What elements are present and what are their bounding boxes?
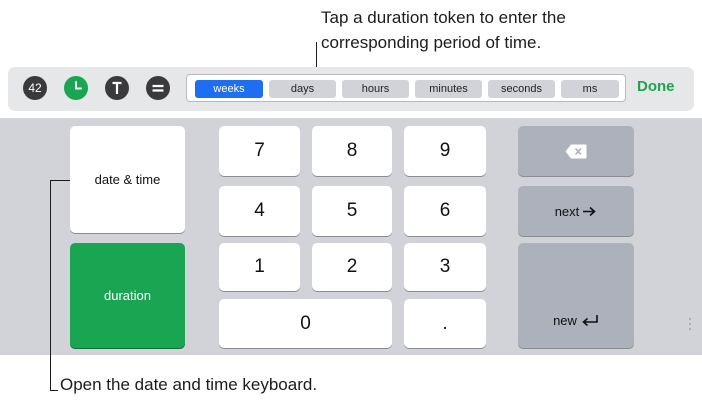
- new-row-key[interactable]: new: [518, 243, 634, 348]
- date-callout-line-vertical: [50, 180, 51, 391]
- duration-keyboard: date & time duration 7 8 9 4 5 6 1 2 3 0…: [0, 118, 702, 355]
- digit-9-key[interactable]: 9: [404, 126, 486, 176]
- next-label: next: [554, 203, 580, 219]
- delete-key[interactable]: [518, 126, 634, 176]
- duration-label: duration: [104, 288, 151, 303]
- token-days[interactable]: days: [269, 80, 336, 98]
- token-seconds[interactable]: seconds: [488, 80, 555, 98]
- token-minutes[interactable]: minutes: [415, 80, 482, 98]
- clock-format-icon[interactable]: [64, 76, 88, 100]
- token-hours[interactable]: hours: [342, 80, 409, 98]
- decimal-key[interactable]: .: [404, 299, 486, 348]
- digit-4-key[interactable]: 4: [219, 186, 300, 236]
- token-ms[interactable]: ms: [561, 80, 619, 98]
- digit-7-key[interactable]: 7: [219, 126, 300, 176]
- date-callout-bracket-top: [50, 180, 70, 181]
- drag-handle[interactable]: [689, 318, 692, 330]
- digit-8-key[interactable]: 8: [312, 126, 392, 176]
- digit-6-key[interactable]: 6: [404, 186, 486, 236]
- token-callout-line-vertical: [316, 42, 317, 69]
- digit-1-key[interactable]: 1: [219, 243, 300, 291]
- digit-2-key[interactable]: 2: [312, 243, 392, 291]
- token-callout-line2: corresponding period of time.: [321, 33, 542, 52]
- done-button[interactable]: Done: [637, 78, 675, 95]
- format-toolbar: 42 weeks days hours minutes seconds ms D…: [8, 67, 694, 111]
- date-callout-bracket-bottom: [50, 390, 58, 391]
- return-icon: [582, 315, 598, 327]
- date-time-key[interactable]: date & time: [70, 126, 185, 233]
- next-key[interactable]: next: [518, 186, 634, 236]
- digit-0-key[interactable]: 0: [219, 299, 392, 348]
- number-format-label: 42: [28, 81, 42, 95]
- duration-key[interactable]: duration: [70, 243, 185, 348]
- duration-tokens: weeks days hours minutes seconds ms: [186, 74, 626, 102]
- text-format-icon[interactable]: [105, 76, 129, 100]
- backspace-icon: [565, 144, 587, 158]
- digit-5-key[interactable]: 5: [312, 186, 392, 236]
- digit-3-key[interactable]: 3: [404, 243, 486, 291]
- new-label: new: [553, 313, 577, 328]
- token-weeks[interactable]: weeks: [195, 80, 263, 98]
- token-callout-line1: Tap a duration token to enter the: [321, 8, 566, 27]
- formula-format-icon[interactable]: [146, 76, 170, 100]
- arrow-right-icon: [583, 206, 596, 216]
- date-time-label: date & time: [94, 172, 161, 187]
- number-format-icon[interactable]: 42: [23, 76, 47, 100]
- date-callout-text: Open the date and time keyboard.: [60, 375, 318, 394]
